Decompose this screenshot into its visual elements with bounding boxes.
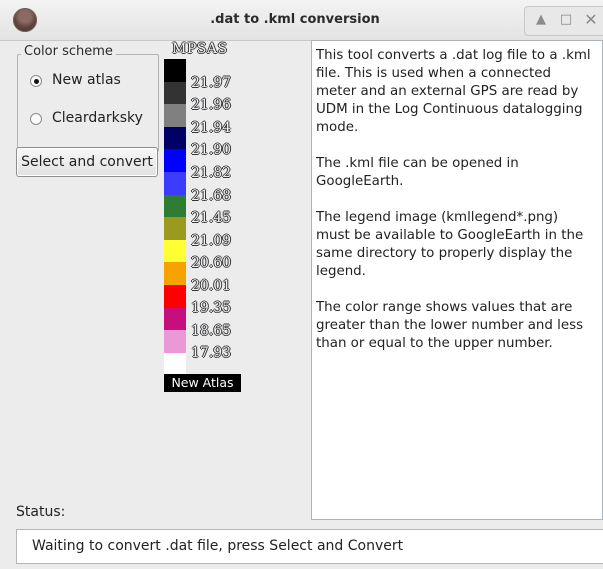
legend-swatch — [164, 59, 186, 82]
app-icon — [13, 8, 37, 32]
radio-unselected-icon[interactable] — [30, 113, 42, 125]
legend-value: 21.45 — [191, 210, 232, 226]
close-icon[interactable]: ✕ — [582, 11, 600, 29]
legend-value: 19.35 — [191, 300, 232, 316]
legend-swatch — [164, 149, 186, 172]
legend-swatch — [164, 171, 186, 195]
legend-value: 21.09 — [191, 233, 232, 249]
legend-swatch — [164, 104, 186, 127]
cleardarksky-label[interactable]: Cleardarksky — [52, 110, 143, 126]
color-scheme-group — [17, 54, 159, 152]
legend-value: 18.65 — [191, 323, 232, 339]
legend-value: 20.01 — [191, 278, 232, 294]
color-scheme-title: Color scheme — [21, 44, 116, 59]
legend-value: 21.82 — [191, 165, 232, 181]
status-field: Waiting to convert .dat file, press Sele… — [16, 529, 603, 564]
legend-swatch — [164, 217, 186, 240]
info-paragraph: This tool converts a .dat log file to a … — [316, 48, 591, 135]
legend-swatch — [164, 352, 186, 376]
legend-caption: New Atlas — [164, 374, 241, 392]
info-paragraph: The legend image (kmllegend*.png) must b… — [316, 210, 584, 279]
up-arrow-icon[interactable]: ▲ — [532, 11, 550, 29]
legend-swatch — [164, 330, 186, 353]
maximize-icon[interactable]: □ — [557, 11, 575, 29]
legend-color-bars — [164, 59, 186, 376]
legend-swatch — [164, 307, 186, 331]
legend-swatch — [164, 262, 186, 285]
legend-swatch — [164, 194, 186, 218]
legend-swatch — [164, 126, 186, 150]
status-label: Status: — [16, 504, 66, 520]
legend-swatch — [164, 239, 186, 263]
legend-value: 21.96 — [191, 97, 232, 113]
info-text-panel[interactable]: This tool converts a .dat log file to a … — [311, 40, 603, 520]
info-paragraph: The .kml file can be opened in GoogleEar… — [316, 156, 519, 189]
info-paragraph: The color range shows values that are gr… — [316, 300, 584, 351]
legend-value: 21.68 — [191, 188, 232, 204]
radio-selected-icon[interactable] — [30, 75, 42, 87]
legend-value: 21.90 — [191, 142, 232, 158]
legend-value: 21.94 — [191, 120, 232, 136]
legend-swatch — [164, 81, 186, 105]
legend-title: MPSAS — [172, 41, 228, 57]
legend-value: 20.60 — [191, 255, 232, 271]
legend-value: 21.97 — [191, 75, 232, 91]
title-bar: .dat to .kml conversion ▲ □ ✕ — [0, 0, 603, 41]
window-controls: ▲ □ ✕ — [524, 6, 603, 36]
select-and-convert-button[interactable]: Select and convert — [16, 147, 158, 177]
window-title: .dat to .kml conversion — [210, 12, 380, 27]
legend-swatch — [164, 284, 186, 308]
new-atlas-label[interactable]: New atlas — [52, 72, 121, 88]
legend-value: 17.93 — [191, 345, 232, 361]
